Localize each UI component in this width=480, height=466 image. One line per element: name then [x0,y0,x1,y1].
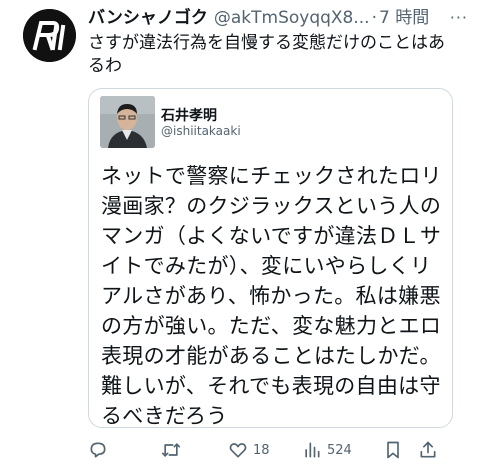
quoted-user-avatar[interactable] [100,96,155,148]
user-handle[interactable]: @akTmSoyqqX8... [214,8,370,28]
share-icon [420,441,436,458]
like-count: 18 [253,442,270,458]
more-options-icon[interactable]: ··· [450,8,468,28]
reply-icon [90,442,106,458]
like-button[interactable]: 18 [228,440,270,460]
timestamp[interactable]: 7 時間 [379,8,429,28]
person-photo-icon [100,96,155,148]
quoted-tweet[interactable]: 石井孝明 @ishiitakaaki ネットで警察にチェックされたロリ漫画家？の… [88,88,453,428]
heart-icon [229,443,247,458]
reply-button[interactable] [88,440,108,460]
tweet-actions-bar: 18 524 [88,438,468,462]
views-count: 524 [327,442,352,458]
tweet-header: バンシャノゴク @akTmSoyqqX8... · 7 時間 ··· [88,8,468,28]
retweet-icon [161,443,181,457]
retweet-button[interactable] [160,440,182,460]
views-button[interactable]: 524 [302,440,352,460]
share-button[interactable] [418,440,438,460]
bookmark-icon [387,441,399,459]
quoted-display-name[interactable]: 石井孝明 [161,105,217,125]
display-name[interactable]: バンシャノゴク [88,8,208,28]
quoted-tweet-text: ネットで警察にチェックされたロリ漫画家？のクジラックスという人のマンガ（よくない… [101,164,442,428]
quoted-user-handle[interactable]: @ishiitakaaki [161,124,241,138]
user-avatar[interactable] [23,9,76,62]
views-icon [305,442,320,458]
avatar-logo-icon [23,9,76,62]
separator-dot: · [371,8,377,28]
tweet-text: さすが違法行為を自慢する変態だけのことはあるわ [88,33,445,76]
bookmark-button[interactable] [384,440,402,460]
